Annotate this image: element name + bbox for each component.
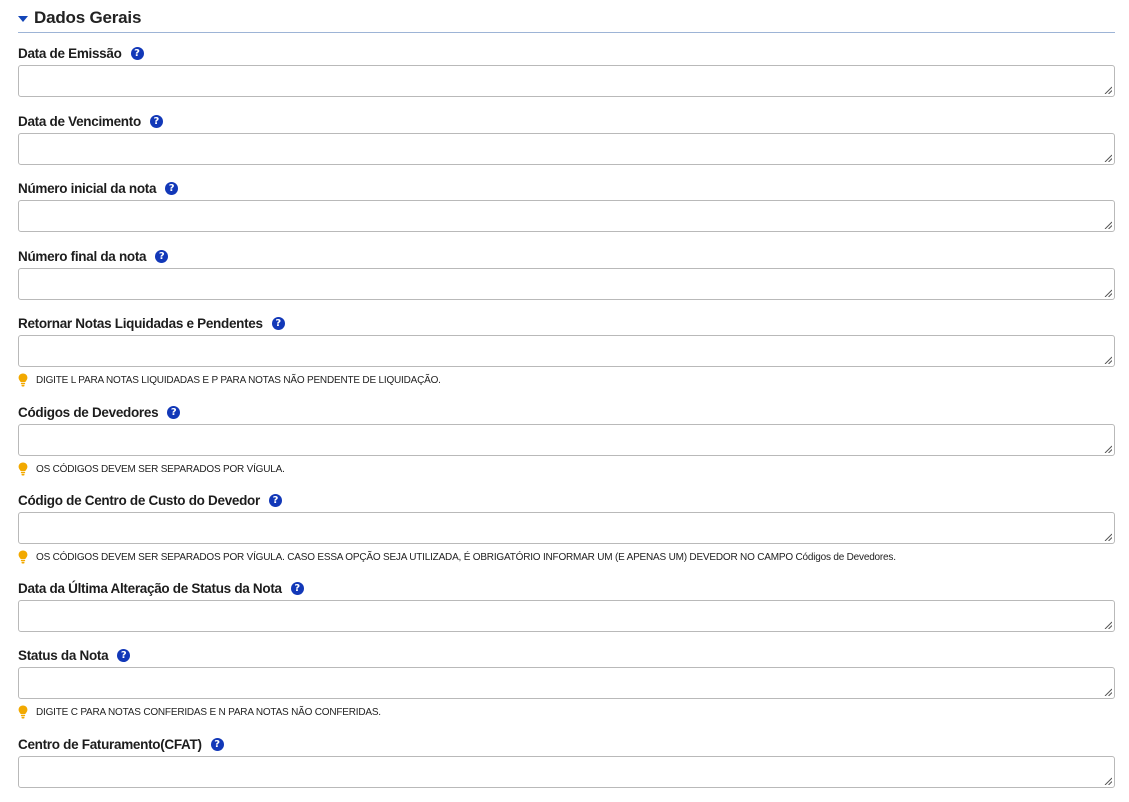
field-label-row: Data de Emissão ? — [18, 43, 1115, 63]
field-hint: OS CÓDIGOS DEVEM SER SEPARADOS POR VÍGUL… — [18, 460, 1115, 478]
field-data-vencimento: Data de Vencimento ? — [18, 111, 1115, 178]
question-circle-icon[interactable]: ? — [117, 648, 131, 662]
question-circle-icon[interactable]: ? — [149, 114, 163, 128]
hint-text: DIGITE L PARA NOTAS LIQUIDADAS E P PARA … — [36, 374, 441, 386]
lightbulb-icon — [18, 705, 28, 719]
field-label: Retornar Notas Liquidadas e Pendentes — [18, 315, 263, 331]
centro-faturamento-input[interactable] — [18, 756, 1115, 788]
question-circle-icon[interactable]: ? — [155, 249, 169, 263]
field-label: Centro de Faturamento(CFAT) — [18, 736, 202, 752]
field-label-row: Status da Nota ? — [18, 645, 1115, 665]
field-centro-custo-devedor: Código de Centro de Custo do Devedor ? O… — [18, 490, 1115, 578]
numero-final-input[interactable] — [18, 268, 1115, 300]
question-circle-icon[interactable]: ? — [290, 581, 304, 595]
resize-grip-icon[interactable] — [1104, 533, 1112, 541]
field-numero-final: Número final da nota ? — [18, 246, 1115, 313]
field-label-row: Retornar Notas Liquidadas e Pendentes ? — [18, 313, 1115, 333]
data-emissao-input[interactable] — [18, 65, 1115, 97]
field-label: Número final da nota — [18, 248, 147, 264]
data-ultima-alteracao-input[interactable] — [18, 600, 1115, 632]
numero-inicial-input[interactable] — [18, 200, 1115, 232]
hint-text: DIGITE C PARA NOTAS CONFERIDAS E N PARA … — [36, 706, 381, 718]
resize-grip-icon[interactable] — [1104, 777, 1112, 785]
status-nota-input[interactable] — [18, 667, 1115, 699]
field-numero-inicial: Número inicial da nota ? — [18, 178, 1115, 246]
lightbulb-icon — [18, 373, 28, 387]
lightbulb-icon — [18, 550, 28, 564]
question-circle-icon[interactable]: ? — [165, 181, 179, 195]
retornar-notas-input[interactable] — [18, 335, 1115, 367]
field-label: Número inicial da nota — [18, 180, 157, 196]
field-label-row: Data de Vencimento ? — [18, 111, 1115, 131]
field-label-row: Número final da nota ? — [18, 246, 1115, 266]
form-fields: Data de Emissão ? Data de Vencimento ? N… — [18, 43, 1115, 790]
field-hint: OS CÓDIGOS DEVEM SER SEPARADOS POR VÍGUL… — [18, 548, 1115, 566]
field-status-nota: Status da Nota ? DIGITE C PARA NOTAS CON… — [18, 645, 1115, 734]
hint-text: OS CÓDIGOS DEVEM SER SEPARADOS POR VÍGUL… — [36, 551, 896, 563]
field-centro-faturamento: Centro de Faturamento(CFAT) ? — [18, 734, 1115, 790]
field-retornar-notas: Retornar Notas Liquidadas e Pendentes ? … — [18, 313, 1115, 402]
resize-grip-icon[interactable] — [1104, 289, 1112, 297]
question-circle-icon[interactable]: ? — [271, 316, 285, 330]
codigos-devedores-input[interactable] — [18, 424, 1115, 456]
field-label: Código de Centro de Custo do Devedor — [18, 492, 260, 508]
field-label-row: Código de Centro de Custo do Devedor ? — [18, 490, 1115, 510]
question-circle-icon[interactable]: ? — [210, 737, 224, 751]
field-hint: DIGITE C PARA NOTAS CONFERIDAS E N PARA … — [18, 703, 1115, 721]
hint-text: OS CÓDIGOS DEVEM SER SEPARADOS POR VÍGUL… — [36, 463, 285, 475]
question-circle-icon[interactable]: ? — [130, 46, 144, 60]
field-label: Data de Vencimento — [18, 113, 141, 129]
field-label-row: Número inicial da nota ? — [18, 178, 1115, 198]
field-label-row: Data da Última Alteração de Status da No… — [18, 578, 1115, 598]
resize-grip-icon[interactable] — [1104, 356, 1112, 364]
field-data-emissao: Data de Emissão ? — [18, 43, 1115, 111]
resize-grip-icon[interactable] — [1104, 688, 1112, 696]
question-circle-icon[interactable]: ? — [268, 493, 282, 507]
resize-grip-icon[interactable] — [1104, 86, 1112, 94]
resize-grip-icon[interactable] — [1104, 621, 1112, 629]
field-label-row: Códigos de Devedores ? — [18, 402, 1115, 422]
section-title: Dados Gerais — [34, 8, 142, 27]
field-label-row: Centro de Faturamento(CFAT) ? — [18, 734, 1115, 754]
field-label: Data da Última Alteração de Status da No… — [18, 580, 282, 596]
question-circle-icon[interactable]: ? — [167, 405, 181, 419]
field-label: Data de Emissão — [18, 45, 122, 61]
field-label: Status da Nota — [18, 647, 109, 663]
resize-grip-icon[interactable] — [1104, 445, 1112, 453]
field-data-ultima-alteracao: Data da Última Alteração de Status da No… — [18, 578, 1115, 645]
resize-grip-icon[interactable] — [1104, 221, 1112, 229]
field-codigos-devedores: Códigos de Devedores ? OS CÓDIGOS DEVEM … — [18, 402, 1115, 490]
section-header-dados-gerais[interactable]: Dados Gerais — [18, 4, 1115, 33]
caret-down-icon — [18, 15, 28, 22]
centro-custo-devedor-input[interactable] — [18, 512, 1115, 544]
resize-grip-icon[interactable] — [1104, 154, 1112, 162]
data-vencimento-input[interactable] — [18, 133, 1115, 165]
field-hint: DIGITE L PARA NOTAS LIQUIDADAS E P PARA … — [18, 371, 1115, 389]
field-label: Códigos de Devedores — [18, 404, 159, 420]
lightbulb-icon — [18, 462, 28, 476]
